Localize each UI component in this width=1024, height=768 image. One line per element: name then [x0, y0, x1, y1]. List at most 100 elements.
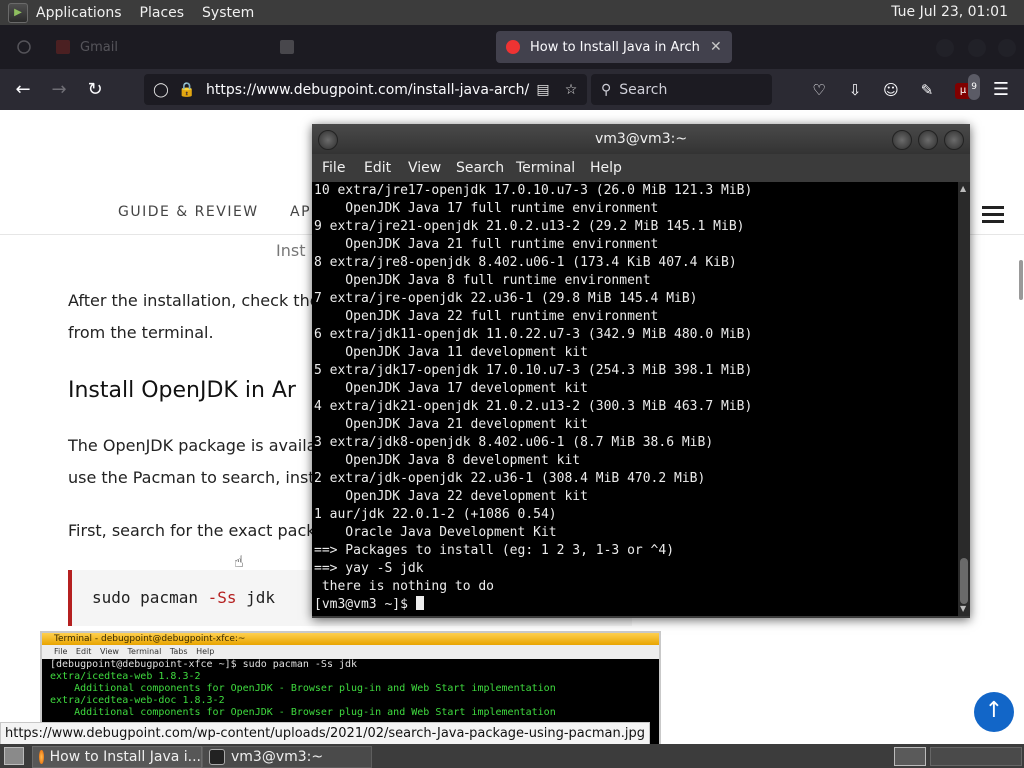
site-menu-icon[interactable]	[982, 206, 1004, 224]
terminal-title: vm3@vm3:~	[594, 131, 688, 147]
browser-tab-bar: Gmail How to Install Java in Arch L ✕	[0, 25, 1024, 69]
reload-icon[interactable]: ↻	[82, 77, 108, 103]
menu-system[interactable]: System	[202, 5, 254, 21]
terminal-line: 9 extra/jre21-openjdk 21.0.2.u13-2 (29.2…	[314, 219, 745, 234]
code-argument: jdk	[236, 588, 276, 607]
tab-active[interactable]: How to Install Java in Arch L ✕	[496, 31, 732, 63]
tab-overview-icon	[17, 40, 31, 54]
terminal-menu-file[interactable]: File	[322, 160, 345, 176]
workspace-1[interactable]	[894, 747, 926, 766]
gmail-icon	[56, 40, 70, 54]
nav-guide-review[interactable]: GUIDE & REVIEW	[118, 204, 259, 220]
back-arrow-icon[interactable]: ←	[10, 77, 36, 103]
tab-list-icon[interactable]	[16, 31, 32, 63]
trash-icon	[280, 40, 294, 54]
distro-logo-icon[interactable]: ▶	[8, 2, 28, 23]
terminal-prompt: [vm3@vm3 ~]$	[314, 597, 416, 612]
workspace-switcher[interactable]	[930, 747, 1022, 766]
code-command: sudo pacman	[92, 588, 208, 607]
section-heading: Install OpenJDK in Ar	[68, 378, 296, 403]
embedded-menu: File Edit View Terminal Tabs Help	[42, 645, 659, 659]
tab-gmail[interactable]: Gmail	[56, 31, 118, 63]
terminal-line: 1 aur/jdk 22.0.1-2 (+1086 0.54)	[314, 507, 557, 522]
terminal-titlebar[interactable]: vm3@vm3:~	[312, 124, 970, 154]
link-status-bar: https://www.debugpoint.com/wp-content/up…	[0, 722, 651, 746]
text-cursor	[415, 596, 424, 610]
terminal-menu-edit[interactable]: Edit	[364, 160, 391, 176]
reader-view-icon[interactable]: ▤	[534, 82, 552, 98]
embedded-line: extra/icedtea-web 1.8.3-2	[50, 671, 201, 682]
scroll-up-icon[interactable]: ▲	[960, 184, 966, 193]
terminal-line: 8 extra/jre8-openjdk 8.402.u06-1 (173.4 …	[314, 255, 737, 270]
pocket-icon[interactable]: ♡	[806, 77, 832, 103]
url-bar[interactable]: ◯ 🔒 https://www.debugpoint.com/install-j…	[144, 74, 587, 105]
hamburger-menu-icon[interactable]: ☰	[988, 77, 1014, 103]
terminal-line: 2 extra/jdk-openjdk 22.u36-1 (308.4 MiB …	[314, 471, 706, 486]
terminal-line: Oracle Java Development Kit	[314, 525, 557, 540]
page-scrollbar[interactable]	[1019, 260, 1023, 300]
code-flag: -Ss	[207, 588, 237, 607]
forward-arrow-icon[interactable]: →	[46, 77, 72, 103]
taskbar-item-terminal-label: vm3@vm3:~	[231, 749, 324, 765]
terminal-output[interactable]: 10 extra/jre17-openjdk 17.0.10.u7-3 (26.…	[312, 182, 958, 616]
maximize-window-button[interactable]	[968, 39, 986, 57]
paragraph-3: First, search for the exact pack	[68, 521, 316, 540]
extensions-icon[interactable]: ✎	[914, 77, 940, 103]
close-window-button[interactable]	[998, 39, 1016, 57]
terminal-scroll-thumb[interactable]	[960, 558, 968, 604]
taskbar-item-firefox[interactable]: How to Install Java i...	[32, 746, 202, 768]
terminal-menu-search[interactable]: Search	[456, 160, 504, 176]
bookmark-star-icon[interactable]: ☆	[562, 82, 580, 98]
embedded-line: Additional components for OpenJDK - Brow…	[50, 683, 556, 694]
terminal-line: 3 extra/jdk8-openjdk 8.402.u06-1 (8.7 Mi…	[314, 435, 714, 450]
terminal-minimize-button[interactable]	[892, 130, 912, 150]
nav-ap[interactable]: AP	[290, 204, 311, 220]
menu-applications[interactable]: Applications	[36, 5, 122, 21]
close-tab-icon[interactable]: ✕	[710, 39, 722, 55]
downloads-icon[interactable]: ⇩	[842, 77, 868, 103]
terminal-menubar: File Edit View Search Terminal Help	[312, 154, 970, 182]
ublock-badge: 9	[968, 74, 980, 100]
taskbar-item-terminal[interactable]: vm3@vm3:~	[202, 746, 372, 768]
window-menu-icon[interactable]	[318, 130, 338, 150]
shield-icon[interactable]: ◯	[152, 82, 170, 98]
paragraph-1-line-1: After the installation, check the	[68, 291, 320, 310]
terminal-menu-view[interactable]: View	[408, 160, 441, 176]
terminal-line: 7 extra/jre-openjdk 22.u36-1 (29.8 MiB 1…	[314, 291, 698, 306]
terminal-line: ==> yay -S jdk	[314, 561, 424, 576]
terminal-scrollbar[interactable]: ▲ ▼	[958, 182, 970, 616]
embedded-line: Additional components for OpenJDK - Brow…	[50, 707, 556, 718]
url-text[interactable]: https://www.debugpoint.com/install-java-…	[206, 82, 529, 98]
hand-cursor-icon: ☝	[234, 552, 244, 571]
minimize-window-button[interactable]	[936, 39, 954, 57]
show-desktop-icon[interactable]	[4, 747, 24, 765]
clock[interactable]: Tue Jul 23, 01:01	[891, 4, 1008, 20]
terminal-line: ==> Packages to install (eg: 1 2 3, 1-3 …	[314, 543, 675, 558]
terminal-menu-help[interactable]: Help	[590, 160, 622, 176]
tab-active-label: How to Install Java in Arch L	[530, 39, 702, 55]
taskbar-item-firefox-label: How to Install Java i...	[49, 749, 201, 765]
scroll-to-top-button[interactable]: ↑	[974, 692, 1014, 732]
scroll-down-icon[interactable]: ▼	[960, 604, 966, 613]
search-input[interactable]: ⚲ Search	[591, 74, 772, 105]
code-line[interactable]: sudo pacman -Ss jdk	[92, 588, 275, 607]
ublock-icon[interactable]: μ 9	[950, 74, 980, 103]
account-icon[interactable]: ☺	[878, 77, 904, 103]
terminal-line: OpenJDK Java 22 development kit	[314, 489, 588, 504]
menu-places[interactable]: Places	[140, 5, 185, 21]
terminal-line: OpenJDK Java 21 full runtime environment	[314, 237, 659, 252]
terminal-maximize-button[interactable]	[918, 130, 938, 150]
terminal-window[interactable]: vm3@vm3:~ File Edit View Search Terminal…	[312, 124, 970, 618]
browser-nav-bar: ← → ↻ ◯ 🔒 https://www.debugpoint.com/ins…	[0, 69, 1024, 110]
lock-icon[interactable]: 🔒	[178, 82, 196, 98]
terminal-line: OpenJDK Java 21 development kit	[314, 417, 588, 432]
terminal-menu-terminal[interactable]: Terminal	[516, 160, 575, 176]
terminal-prompt-line[interactable]: [vm3@vm3 ~]$	[312, 596, 958, 614]
terminal-icon	[209, 749, 225, 765]
search-icon: ⚲	[601, 81, 612, 98]
search-placeholder: Search	[619, 81, 668, 98]
bottom-taskbar: How to Install Java i... vm3@vm3:~	[0, 744, 1024, 768]
debugpoint-favicon-icon	[506, 40, 520, 54]
tab-second[interactable]	[280, 31, 304, 63]
terminal-close-button[interactable]	[944, 130, 964, 150]
